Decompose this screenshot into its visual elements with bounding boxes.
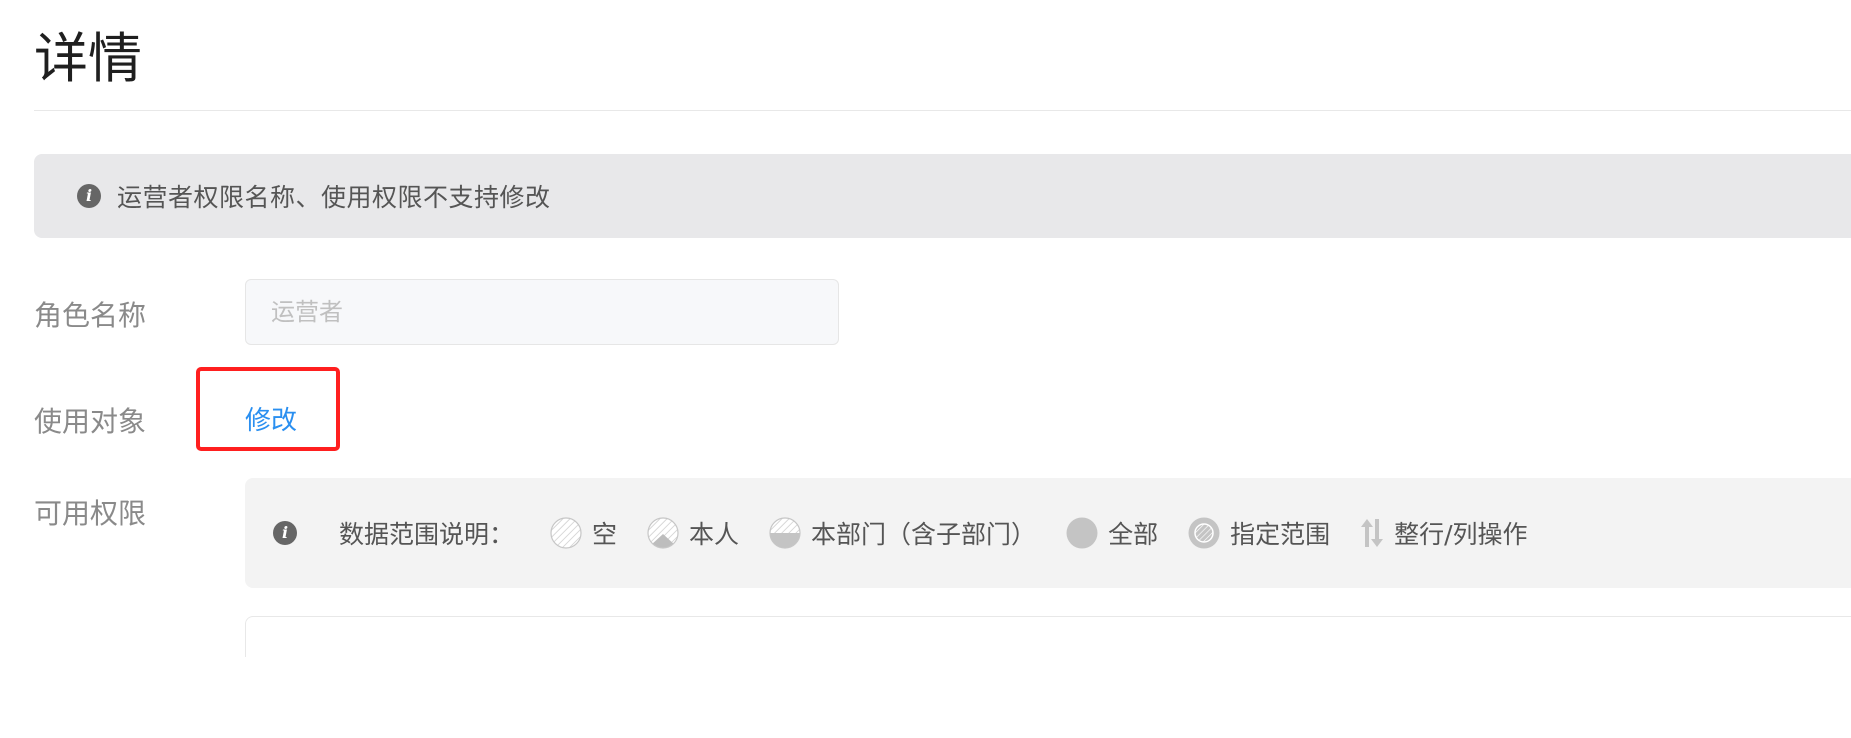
detail-page: 详情 i 运营者权限名称、使用权限不支持修改 角色名称 使用对象 修改 可用权限… [0,0,1851,738]
notice-text: 运营者权限名称、使用权限不支持修改 [117,183,551,212]
legend-item-self: 本人 [647,515,739,551]
title-divider [34,110,1851,111]
role-name-label: 角色名称 [34,299,147,332]
legend-label: 空 [592,520,618,549]
info-icon: i [77,184,101,208]
role-name-input[interactable] [245,279,839,345]
legend-item-specified: 指定范围 [1188,515,1330,551]
permissions-table-card [245,616,1851,657]
modify-target-link[interactable]: 修改 [245,400,297,437]
scope-legend-heading: 数据范围说明： [339,520,515,549]
legend-label: 整行/列操作 [1394,520,1528,549]
self-scope-icon [647,517,679,549]
legend-item-row-column: 整行/列操作 [1360,515,1528,551]
empty-scope-icon [550,517,582,549]
legend-item-empty: 空 [550,515,617,551]
row-column-operation-icon [1361,519,1384,547]
legend-item-all: 全部 [1066,515,1158,551]
all-scope-icon [1066,517,1098,549]
data-scope-legend: i 数据范围说明： 空 本人 本部门（含子部门） 全部 指定范围 整行/列操作 [245,478,1851,588]
legend-label: 本人 [689,520,740,549]
page-title: 详情 [34,27,142,90]
department-scope-icon [769,517,801,549]
legend-label: 全部 [1108,520,1159,549]
permissions-label: 可用权限 [34,497,147,530]
target-label: 使用对象 [34,405,147,438]
legend-label: 指定范围 [1230,520,1331,549]
specified-scope-icon [1188,517,1220,549]
info-icon: i [273,521,297,545]
legend-label: 本部门（含子部门） [811,520,1037,549]
notice-bar: i 运营者权限名称、使用权限不支持修改 [34,154,1851,238]
legend-item-department: 本部门（含子部门） [769,515,1036,551]
